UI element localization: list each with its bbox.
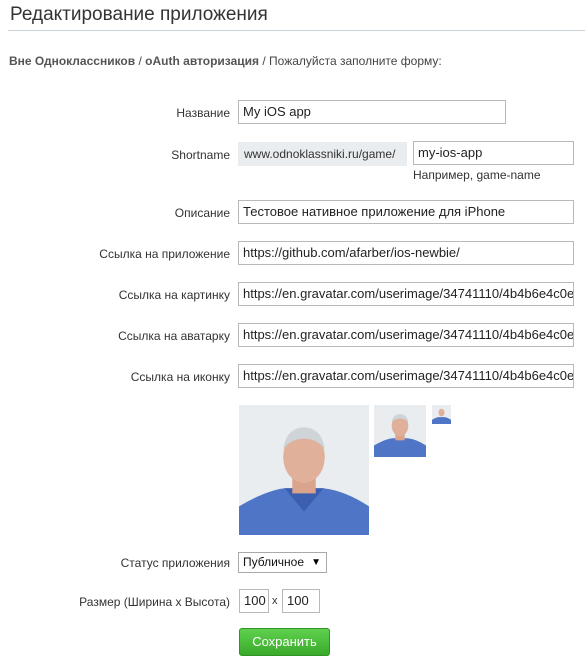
status-select-value: Публичное — [243, 555, 305, 569]
shortname-field[interactable]: my-ios-app — [413, 141, 574, 165]
picture-link-field[interactable]: https://en.gravatar.com/userimage/347411… — [238, 282, 574, 306]
breadcrumb: Вне Одноклассников / oAuth авторизация /… — [9, 54, 442, 68]
size-separator: x — [272, 595, 278, 607]
height-field[interactable]: 100 — [282, 589, 320, 613]
app-link-field[interactable]: https://github.com/afarber/ios-newbie/ — [238, 241, 574, 265]
size-label: Размер (Ширина x Высота) — [79, 595, 230, 609]
description-field[interactable]: Тестовое нативное приложение для iPhone — [238, 200, 574, 224]
status-select[interactable]: Публичное ▼ — [238, 552, 327, 573]
shortname-label: Shortname — [171, 148, 230, 162]
breadcrumb-current: Пожалуйста заполните форму: — [269, 54, 442, 68]
breadcrumb-separator: / — [259, 54, 270, 68]
shortname-hint: Например, game-name — [413, 168, 541, 182]
width-field[interactable]: 100 — [239, 589, 269, 613]
icon-preview — [432, 405, 451, 424]
breadcrumb-separator: / — [135, 54, 146, 68]
dropdown-arrow-icon: ▼ — [311, 557, 321, 568]
save-button[interactable]: Сохранить — [239, 628, 330, 656]
icon-link-label: Ссылка на иконку — [130, 370, 230, 384]
avatar-link-field[interactable]: https://en.gravatar.com/userimage/347411… — [238, 323, 574, 347]
name-field[interactable]: My iOS app — [238, 100, 506, 124]
title-divider — [8, 30, 585, 31]
description-label: Описание — [174, 206, 230, 220]
page-title: Редактирование приложения — [10, 4, 268, 25]
picture-preview — [239, 405, 369, 535]
avatar-link-label: Ссылка на аватарку — [118, 329, 230, 343]
avatar-preview — [374, 405, 426, 457]
icon-link-field[interactable]: https://en.gravatar.com/userimage/347411… — [238, 364, 574, 388]
breadcrumb-item-oauth[interactable]: oAuth авторизация — [145, 54, 259, 68]
breadcrumb-item-outside[interactable]: Вне Одноклассников — [9, 54, 135, 68]
name-label: Название — [176, 106, 230, 120]
status-label: Статус приложения — [120, 556, 230, 570]
picture-link-label: Ссылка на картинку — [118, 288, 230, 302]
shortname-prefix: www.odnoklassniki.ru/game/ — [238, 142, 407, 166]
app-link-label: Ссылка на приложение — [99, 247, 230, 261]
